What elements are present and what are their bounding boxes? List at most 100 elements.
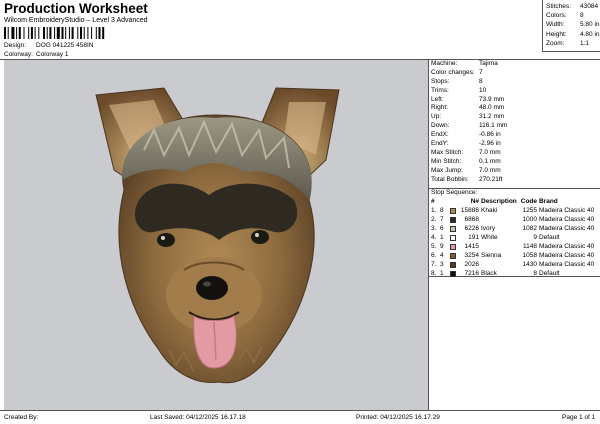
- stitches-label: Stitches:: [546, 3, 571, 10]
- dog-embroidery-image: [95, 87, 340, 384]
- colors-value: 8: [580, 12, 584, 20]
- row-num: 2.: [431, 216, 437, 223]
- machine-info-row: Down: 116.1 mm: [429, 122, 600, 131]
- row-brand: Madeira Classic 40: [539, 225, 595, 232]
- height-value: 4.80 in: [580, 30, 600, 38]
- color-swatch: [450, 271, 456, 277]
- row-brand: Madeira Classic 40: [539, 207, 595, 214]
- zoom-label: Zoom:: [546, 39, 565, 47]
- info-label: Down:: [431, 122, 450, 130]
- row-code: 9: [533, 234, 537, 241]
- colorway-label: Colorway:: [4, 51, 33, 58]
- row-code: 1148: [523, 243, 537, 250]
- row-num: 1.: [431, 207, 437, 214]
- colorway-value: Colorway 1: [36, 51, 69, 58]
- info-label: Min Stitch:: [431, 157, 462, 165]
- row-brand: Madeira Classic 40: [539, 216, 595, 223]
- row-description: Khaki: [481, 207, 498, 214]
- design-preview[interactable]: [4, 60, 428, 410]
- row-code: 1430: [522, 261, 537, 268]
- row-code: 1082: [522, 225, 537, 232]
- info-value: 31.2 mm: [479, 113, 505, 121]
- page-title: Production Worksheet: [4, 1, 148, 16]
- info-label: Max Jump:: [431, 166, 463, 174]
- row-code: 1000: [522, 216, 537, 223]
- machine-info-row: Trims: 10: [429, 87, 600, 96]
- row-num: 3.: [431, 225, 437, 232]
- info-value: 7.0 mm: [479, 166, 501, 174]
- stop-sequence-title: Stop Sequence:: [431, 189, 478, 196]
- row-stop: 6: [440, 225, 444, 232]
- info-label: Trims:: [431, 86, 449, 94]
- info-label: Color changes:: [431, 68, 475, 76]
- printed-date: Printed: 04/12/2025 16.17.29: [356, 414, 440, 421]
- row-code: 1255: [522, 207, 537, 214]
- machine-info-row: Up: 31.2 mm: [429, 113, 600, 122]
- row-stop: 7: [440, 216, 444, 223]
- stop-sequence-table: Stop Sequence: # N# Description Code Bra…: [429, 189, 600, 279]
- color-swatch: [450, 253, 456, 259]
- machine-info-row: Total Bobbin: 270.21ft: [429, 176, 600, 185]
- stop-sequence-header: # N# Description Code Brand: [429, 198, 600, 207]
- info-value: 7: [479, 68, 483, 76]
- machine-info-row: Max Jump: 7.0 mm: [429, 167, 600, 176]
- table-row: 5. 9 1415 1148 Madeira Classic 40: [429, 243, 600, 252]
- table-row: 3. 6 6226 Ivory 1082 Madeira Classic 40: [429, 225, 600, 234]
- row-stitches: 7216: [464, 270, 479, 277]
- color-swatch: [450, 217, 456, 223]
- info-label: Max Stitch:: [431, 148, 464, 156]
- row-stop: 1: [440, 270, 444, 277]
- info-value: Tajima: [479, 60, 498, 67]
- header-stitches: N#: [470, 198, 479, 205]
- design-value: DOG 041225 458IN: [36, 42, 94, 49]
- table-row: 1. 8 15886 Khaki 1255 Madeira Classic 40: [429, 207, 600, 216]
- header-description: Description: [481, 198, 517, 205]
- row-stop: 9: [440, 243, 444, 250]
- machine-info-row: EndX: -0.86 in: [429, 131, 600, 140]
- info-value: -2.96 in: [479, 140, 501, 148]
- row-stop: 4: [440, 252, 444, 259]
- header-brand: Brand: [539, 198, 558, 205]
- row-brand: Madeira Classic 40: [539, 243, 595, 250]
- info-value: -0.86 in: [479, 131, 501, 139]
- row-num: 8.: [431, 270, 437, 277]
- table-row: 4. 1 191 White 9 Default: [429, 234, 600, 243]
- info-value: 270.21ft: [479, 175, 503, 183]
- info-value: 10: [479, 86, 487, 94]
- row-description: Ivory: [481, 225, 496, 232]
- row-brand: Default: [539, 270, 560, 277]
- info-value: 73.9 mm: [479, 95, 505, 103]
- info-label: Total Bobbin:: [431, 175, 469, 183]
- info-value: 48.0 mm: [479, 104, 505, 112]
- table-row: 7. 3 2026 1430 Madeira Classic 40: [429, 261, 600, 270]
- row-stitches: 15886: [460, 207, 479, 214]
- header-code: Code: [520, 198, 537, 205]
- design-row: Design: DOG 041225 458IN: [4, 42, 204, 51]
- row-num: 7.: [431, 261, 437, 268]
- row-stitches: 6226: [464, 225, 479, 232]
- color-swatch: [450, 226, 456, 232]
- color-swatch: [450, 262, 456, 268]
- row-stitches: 1415: [464, 243, 479, 250]
- machine-info-row: EndY: -2.96 in: [429, 140, 600, 149]
- machine-info-row: Right: 48.0 mm: [429, 104, 600, 113]
- info-value: 8: [479, 77, 483, 85]
- row-num: 4.: [431, 234, 437, 241]
- machine-info-row: Left: 73.9 mm: [429, 96, 600, 105]
- software-name: Wilcom EmbroideryStudio – Level 3 Advanc…: [4, 17, 148, 24]
- machine-info-row: Max Stitch: 7.0 mm: [429, 149, 600, 158]
- color-swatch: [450, 208, 456, 214]
- row-stop: 3: [440, 261, 444, 268]
- machine-info-row: Min Stitch: 0.1 mm: [429, 158, 600, 167]
- row-stitches: 6868: [464, 216, 479, 223]
- info-label: Left:: [431, 95, 444, 103]
- color-swatch: [450, 235, 456, 241]
- footer: Created By: Last Saved: 04/12/2025 16.17…: [0, 410, 600, 424]
- row-brand: Madeira Classic 40: [539, 252, 595, 259]
- header-num: #: [431, 198, 435, 205]
- info-label: Right:: [431, 104, 448, 112]
- info-label: Stops:: [431, 77, 450, 85]
- design-label: Design:: [4, 42, 27, 49]
- table-row: 2. 7 6868 1000 Madeira Classic 40: [429, 216, 600, 225]
- row-stitches: 191: [468, 234, 479, 241]
